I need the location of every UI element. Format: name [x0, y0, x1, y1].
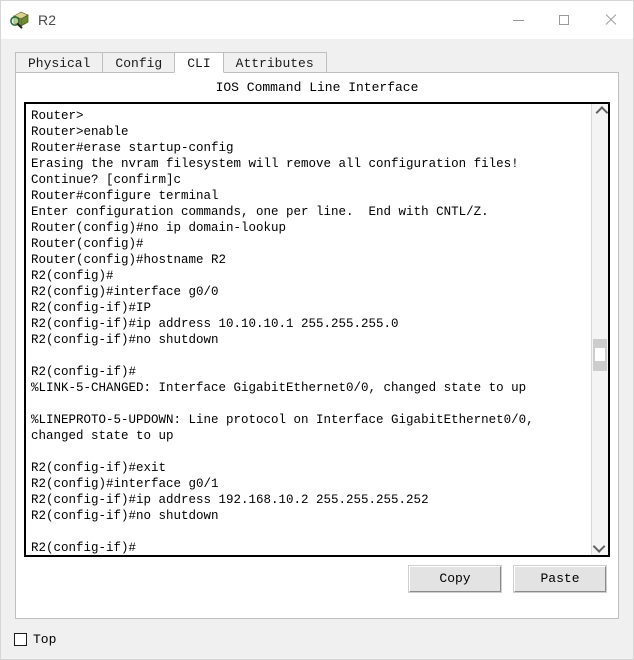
- terminal-line: R2(config)#: [31, 269, 114, 283]
- tab-physical[interactable]: Physical: [15, 52, 104, 73]
- action-button-row: Copy Paste: [16, 557, 618, 592]
- paste-button[interactable]: Paste: [514, 566, 606, 592]
- terminal-output[interactable]: Router> Router>enable Router#erase startup…: [26, 104, 591, 555]
- tab-attributes[interactable]: Attributes: [222, 52, 327, 73]
- terminal-line: R2(config-if)#ip address 10.10.10.1 255.…: [31, 317, 399, 331]
- terminal-scrollbar[interactable]: [591, 104, 608, 555]
- top-checkbox-label: Top: [33, 631, 57, 647]
- router-device-window: R2 Physical Config CLI Attributes IOS Co…: [0, 0, 634, 660]
- panel-heading: IOS Command Line Interface: [215, 80, 419, 95]
- terminal-line: Router#erase startup-config: [31, 141, 234, 155]
- window-controls: [495, 1, 633, 39]
- scrollbar-down-button[interactable]: [592, 538, 608, 555]
- cli-panel: IOS Command Line Interface Router> Router…: [15, 73, 619, 619]
- copy-button[interactable]: Copy: [409, 566, 501, 592]
- window-titlebar: R2: [1, 1, 633, 40]
- terminal-line: Router(config)#no ip domain-lookup: [31, 221, 287, 235]
- terminal-line: %LINEPROTO-5-UPDOWN: Line protocol on In…: [31, 413, 534, 427]
- terminal-line: Erasing the nvram filesystem will remove…: [31, 157, 519, 171]
- scrollbar-up-button[interactable]: [592, 104, 608, 121]
- close-icon: [604, 14, 616, 26]
- scroll-up-arrow-icon: [595, 106, 608, 119]
- terminal-line: R2(config-if)#exit: [31, 461, 167, 475]
- terminal-line: Router(config)#: [31, 237, 144, 251]
- terminal-line: R2(config-if)#IP: [31, 301, 152, 315]
- terminal-line: Enter configuration commands, one per li…: [31, 205, 489, 219]
- top-checkbox-row[interactable]: Top: [14, 632, 56, 647]
- top-checkbox[interactable]: [14, 632, 27, 646]
- scrollbar-track[interactable]: [592, 121, 608, 538]
- minimize-icon: [512, 19, 524, 21]
- tab-bar: Physical Config CLI Attributes: [15, 51, 619, 73]
- terminal-line: R2(config)#interface g0/1: [31, 477, 219, 491]
- maximize-icon: [559, 15, 569, 25]
- minimize-button[interactable]: [495, 1, 541, 39]
- terminal-line: R2(config-if)#no shutdown: [31, 333, 219, 347]
- terminal-line: Router>: [31, 109, 84, 123]
- scrollbar-thumb-grip: [595, 348, 605, 361]
- terminal-line: R2(config-if)#: [31, 365, 137, 379]
- terminal-line: R2(config-if)#: [31, 541, 137, 555]
- terminal-line: Router(config)#hostname R2: [31, 253, 227, 267]
- terminal-line: R2(config-if)#no shutdown: [31, 509, 219, 523]
- terminal-line: changed state to up: [31, 429, 174, 443]
- router-device-icon: [9, 9, 31, 31]
- terminal-line: R2(config)#interface g0/0: [31, 285, 219, 299]
- tab-cli[interactable]: CLI: [174, 52, 224, 73]
- window-footer: Top: [1, 619, 633, 659]
- terminal-line: Continue? [confirm]c: [31, 173, 182, 187]
- maximize-button[interactable]: [541, 1, 587, 39]
- terminal-container: Router> Router>enable Router#erase startup…: [24, 102, 610, 557]
- terminal-line: Router>enable: [31, 125, 129, 139]
- scrollbar-thumb[interactable]: [593, 339, 607, 371]
- terminal-line: R2(config-if)#ip address 192.168.10.2 25…: [31, 493, 429, 507]
- window-title: R2: [38, 12, 57, 28]
- close-button[interactable]: [587, 1, 633, 39]
- terminal-line: Router#configure terminal: [31, 189, 219, 203]
- scroll-down-arrow-icon: [592, 540, 605, 553]
- tab-strip-filler: [325, 52, 619, 73]
- tab-config[interactable]: Config: [102, 52, 176, 73]
- terminal-line: %LINK-5-CHANGED: Interface GigabitEthern…: [31, 381, 527, 395]
